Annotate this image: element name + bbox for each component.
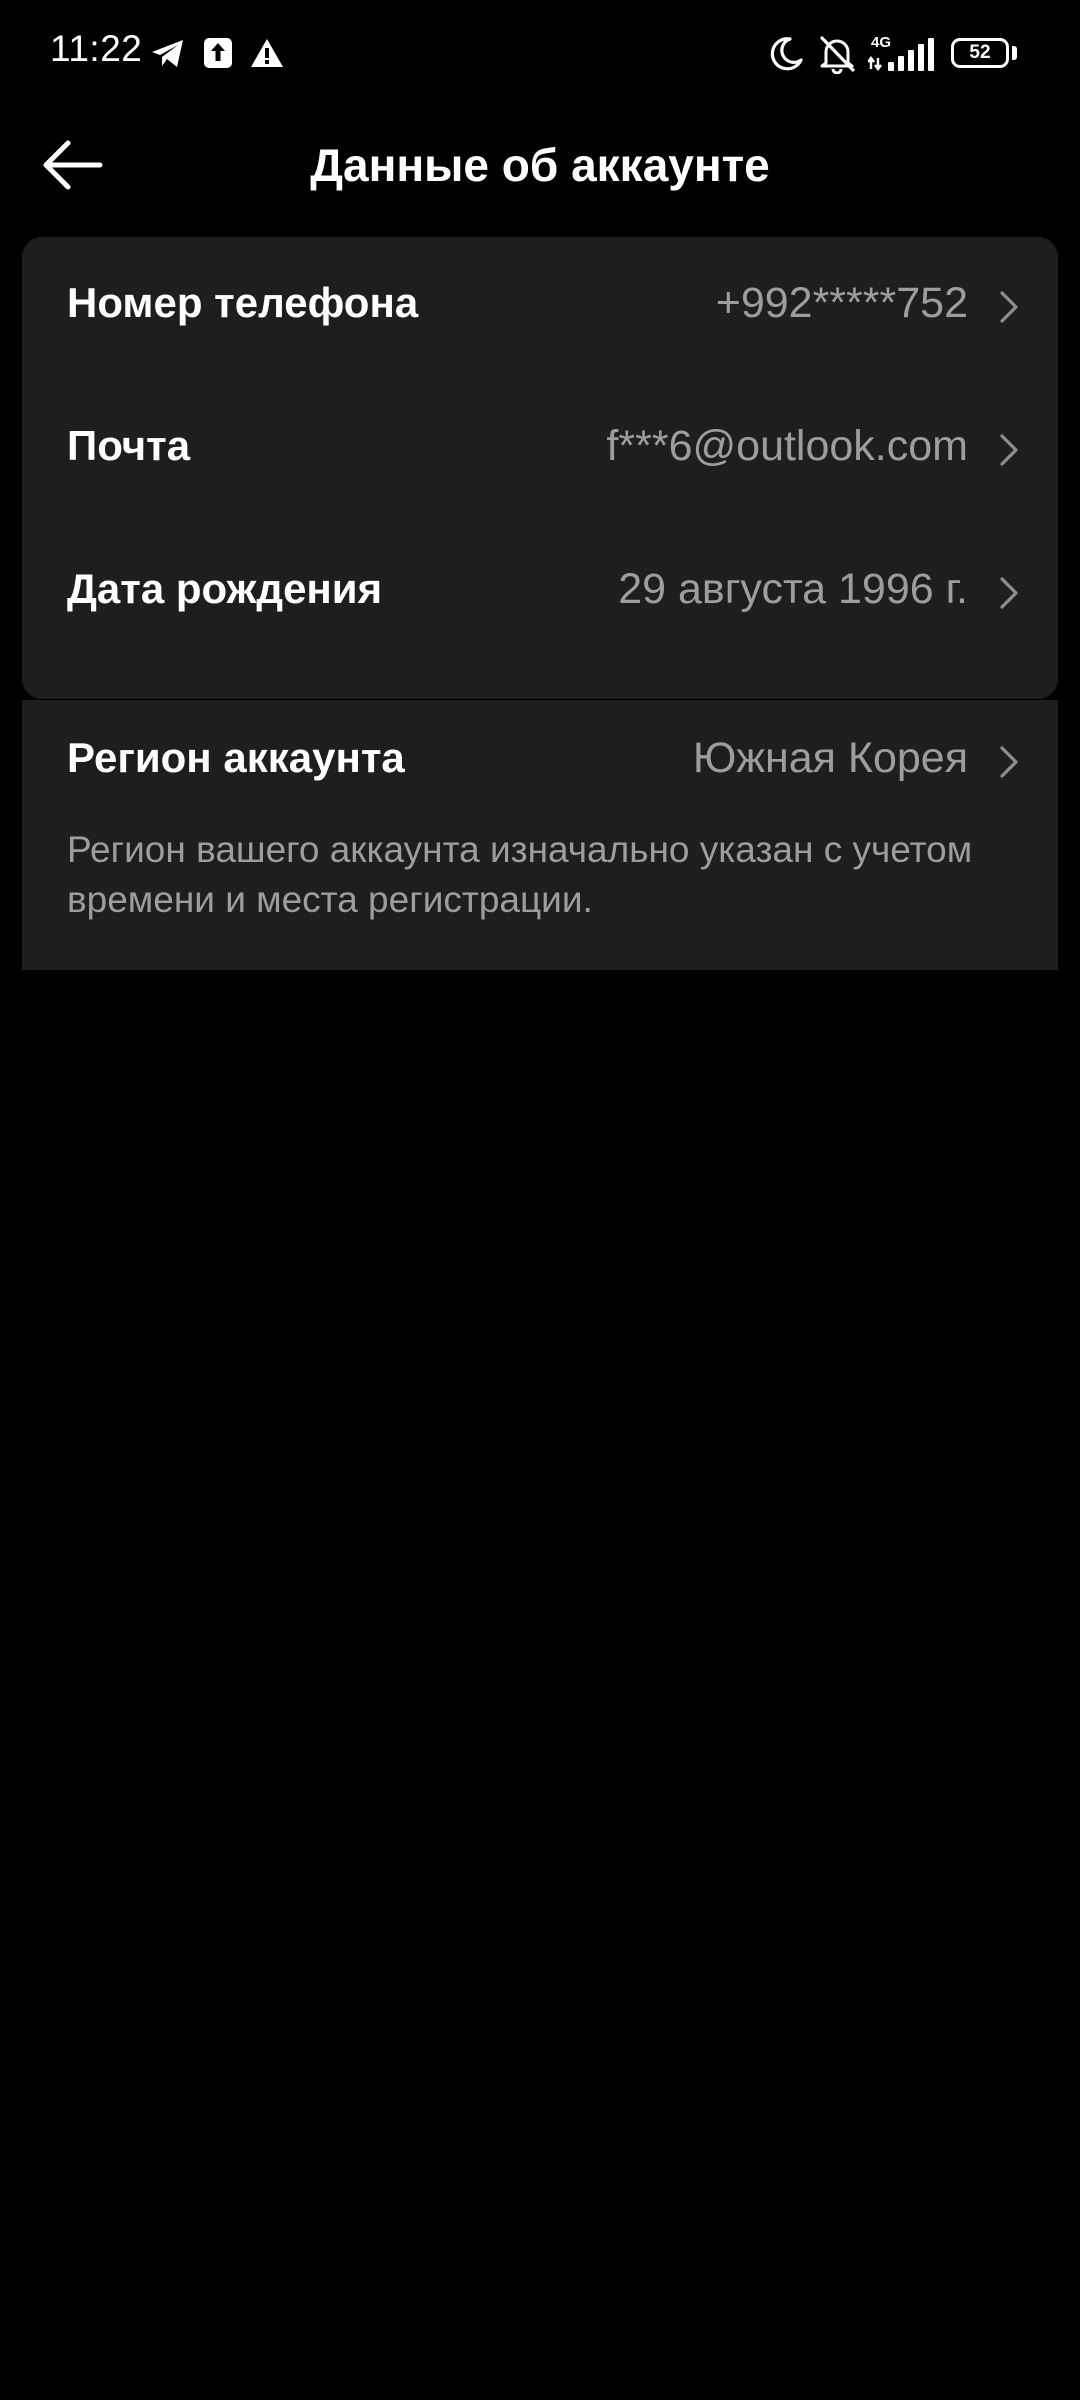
battery-cap [1012, 46, 1017, 60]
birth-date-value: 29 августа 1996 г. [618, 565, 968, 613]
upload-icon [204, 38, 232, 68]
chevron-right-icon [1000, 577, 1018, 609]
phone-number-row[interactable]: Номер телефона +992*****752 [22, 245, 1058, 365]
signal-icon [868, 38, 934, 71]
birth-date-row[interactable]: Дата рождения 29 августа 1996 г. [22, 531, 1058, 651]
warning-icon [251, 39, 283, 67]
email-value: f***6@outlook.com [606, 422, 968, 470]
region-value: Южная Корея [692, 734, 968, 782]
chevron-right-icon [1000, 746, 1018, 778]
region-label: Регион аккаунта [67, 734, 405, 781]
bell-off-icon [820, 36, 855, 74]
telegram-icon [152, 40, 183, 67]
account-details-card: Номер телефона +992*****752 Почта f***6@… [22, 237, 1058, 699]
region-row[interactable]: Регион аккаунта Южная Корея [22, 700, 1058, 820]
region-card: Регион аккаунта Южная Корея Регион вашег… [22, 700, 1058, 970]
top-app-bar: Данные об аккаунте [0, 110, 1080, 220]
chevron-right-icon [1000, 434, 1018, 466]
region-note: Регион вашего аккаунта изначально указан… [67, 829, 973, 920]
status-bar: 11:22 4G 52 [0, 0, 1080, 110]
battery-level: 52 [969, 42, 991, 63]
chevron-right-icon [1000, 291, 1018, 323]
moon-icon [770, 37, 803, 71]
phone-number-label: Номер телефона [67, 279, 419, 326]
phone-number-value: +992*****752 [715, 279, 968, 327]
email-label: Почта [67, 422, 191, 469]
status-time: 11:22 [50, 28, 143, 69]
birth-date-label: Дата рождения [67, 565, 383, 612]
email-row[interactable]: Почта f***6@outlook.com [22, 388, 1058, 508]
battery-icon: 52 [951, 38, 1009, 68]
page-title: Данные об аккаунте [310, 139, 770, 191]
